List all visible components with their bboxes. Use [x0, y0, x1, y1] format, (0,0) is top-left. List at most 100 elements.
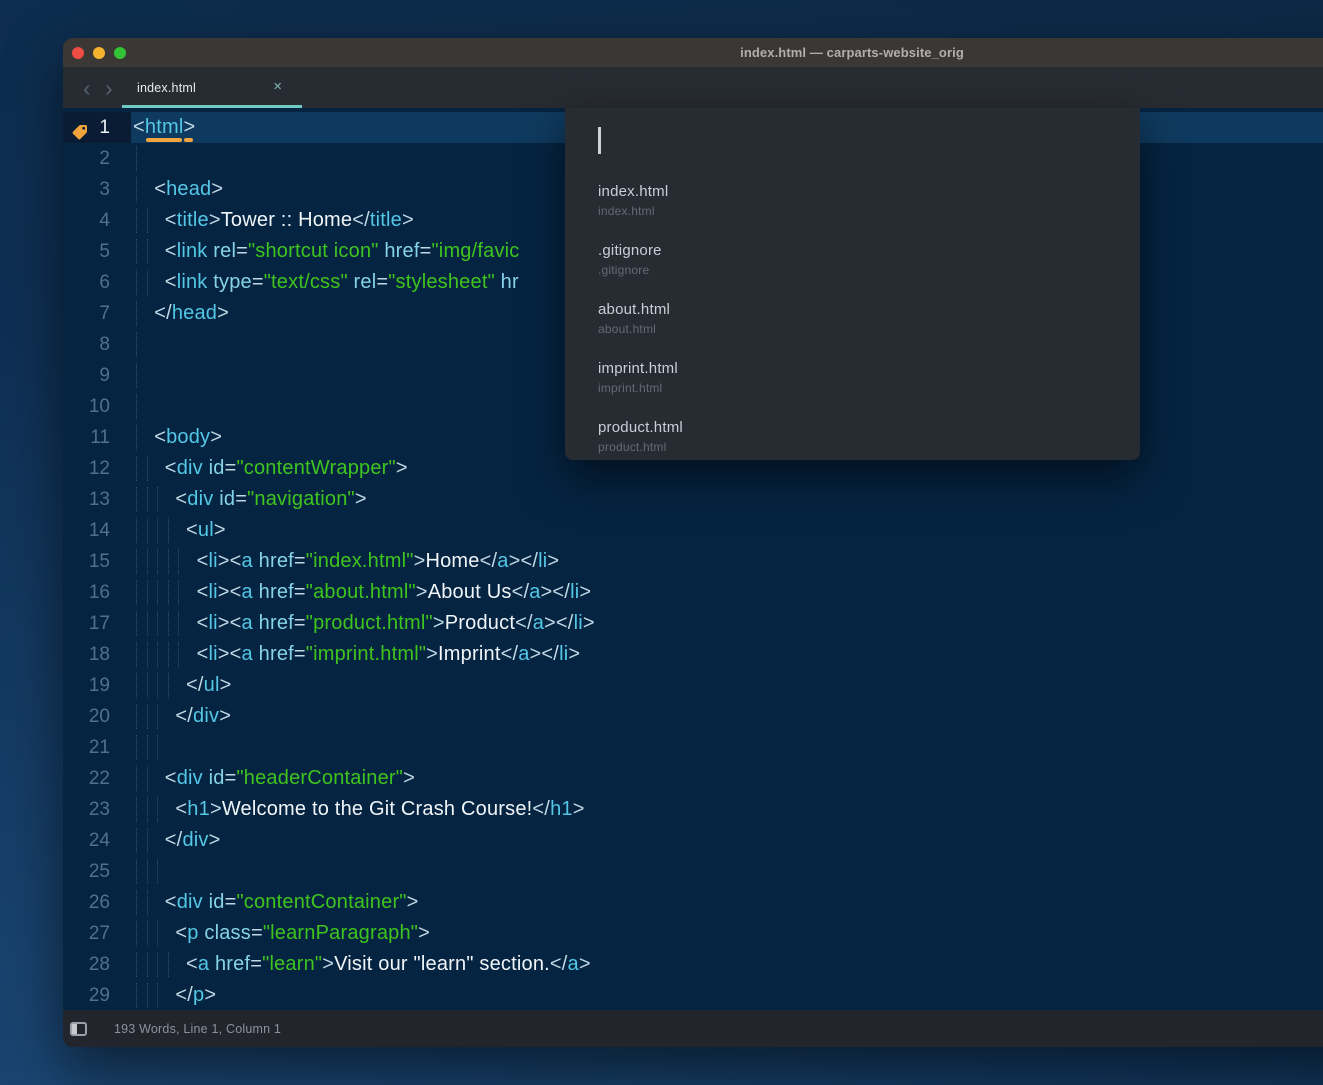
indent-guide — [157, 952, 158, 977]
file-item[interactable]: product.htmlproduct.html — [598, 411, 1120, 470]
file-item[interactable]: .gitignore.gitignore — [598, 234, 1120, 293]
indent-guide — [136, 828, 137, 853]
indent-guide — [136, 487, 137, 512]
indent-guide — [136, 859, 137, 884]
line-number: 2 — [63, 143, 131, 174]
indent-guide — [136, 425, 137, 450]
line-number: 28 — [63, 949, 131, 980]
panel-toggle-icon[interactable] — [70, 1022, 87, 1036]
file-item-path: imprint.html — [598, 381, 1120, 395]
indent-guide — [136, 766, 137, 791]
indent-guide — [136, 518, 137, 543]
code-text: <li><a href="index.html">Home</a></li> — [131, 546, 1323, 577]
tab-bar: ‹ › index.html × — [63, 67, 1323, 108]
file-item[interactable]: index.htmlindex.html — [598, 175, 1120, 234]
code-text: </ul> — [131, 670, 1323, 701]
indent-guide — [136, 890, 137, 915]
code-line[interactable]: 21 — [63, 732, 1323, 763]
indent-guide — [157, 673, 158, 698]
indent-guide — [136, 270, 137, 295]
indent-guide — [157, 921, 158, 946]
line-number: 14 — [63, 515, 131, 546]
tab-close-icon[interactable]: × — [273, 78, 282, 95]
code-line[interactable]: 23<h1>Welcome to the Git Crash Course!</… — [63, 794, 1323, 825]
code-line[interactable]: 19</ul> — [63, 670, 1323, 701]
code-text: <li><a href="product.html">Product</a></… — [131, 608, 1323, 639]
forward-icon[interactable]: › — [105, 78, 119, 98]
line-number: 4 — [63, 205, 131, 236]
indent-guide — [147, 580, 148, 605]
indent-guide — [168, 549, 169, 574]
indent-guide — [157, 704, 158, 729]
code-line[interactable]: 18<li><a href="imprint.html">Imprint</a>… — [63, 639, 1323, 670]
indent-guide — [157, 518, 158, 543]
code-text: </div> — [131, 825, 1323, 856]
minimize-window-button[interactable] — [93, 47, 105, 59]
indent-guide — [157, 797, 158, 822]
indent-guide — [157, 735, 158, 760]
code-text: <p class="learnParagraph"> — [131, 918, 1323, 949]
indent-guide — [168, 518, 169, 543]
file-item-path: index.html — [598, 204, 1120, 218]
tab-index-html[interactable]: index.html × — [122, 67, 302, 108]
code-line[interactable]: 22<div id="headerContainer"> — [63, 763, 1323, 794]
line-number: 7 — [63, 298, 131, 329]
indent-guide — [168, 952, 169, 977]
indent-guide — [136, 208, 137, 233]
line-number: 25 — [63, 856, 131, 887]
indent-guide — [147, 735, 148, 760]
indent-guide — [178, 611, 179, 636]
code-text: </p> — [131, 980, 1323, 1010]
indent-guide — [147, 239, 148, 264]
code-line[interactable]: 17<li><a href="product.html">Product</a>… — [63, 608, 1323, 639]
file-item[interactable]: about.htmlabout.html — [598, 293, 1120, 352]
title-bar[interactable]: index.html — carparts-website_orig — [63, 38, 1323, 67]
code-line[interactable]: 16<li><a href="about.html">About Us</a><… — [63, 577, 1323, 608]
code-text: <a href="learn">Visit our "learn" sectio… — [131, 949, 1323, 980]
indent-guide — [168, 642, 169, 667]
line-number: 17 — [63, 608, 131, 639]
status-bar: 193 Words, Line 1, Column 1 — [63, 1010, 1323, 1047]
code-line[interactable]: 14<ul> — [63, 515, 1323, 546]
indent-guide — [136, 611, 137, 636]
line-number: 11 — [63, 422, 131, 453]
zoom-window-button[interactable] — [114, 47, 126, 59]
code-line[interactable]: 26<div id="contentContainer"> — [63, 887, 1323, 918]
indent-guide — [157, 580, 158, 605]
indent-guide — [147, 859, 148, 884]
indent-guide — [147, 983, 148, 1008]
code-line[interactable]: 15<li><a href="index.html">Home</a></li> — [63, 546, 1323, 577]
bookmark-tag-icon — [72, 119, 88, 135]
indent-guide — [136, 921, 137, 946]
code-line[interactable]: 29</p> — [63, 980, 1323, 1010]
close-window-button[interactable] — [72, 47, 84, 59]
tab-label: index.html — [137, 81, 196, 95]
code-text: <ul> — [131, 515, 1323, 546]
indent-guide — [136, 146, 137, 171]
indent-guide — [136, 797, 137, 822]
code-line[interactable]: 25 — [63, 856, 1323, 887]
indent-guide — [157, 983, 158, 1008]
indent-guide — [147, 456, 148, 481]
indent-guide — [168, 580, 169, 605]
line-number: 21 — [63, 732, 131, 763]
code-line[interactable]: 20</div> — [63, 701, 1323, 732]
indent-guide — [136, 580, 137, 605]
code-line[interactable]: 27<p class="learnParagraph"> — [63, 918, 1323, 949]
indent-guide — [147, 270, 148, 295]
file-item[interactable]: imprint.html imprint.html — [598, 352, 1120, 411]
file-list: index.htmlindex.html.gitignore.gitignore… — [598, 175, 1120, 470]
search-caret[interactable] — [598, 127, 601, 154]
indent-guide — [147, 549, 148, 574]
line-number: 13 — [63, 484, 131, 515]
traffic-lights — [72, 47, 126, 59]
file-item-title: imprint.html — [598, 360, 1120, 377]
code-line[interactable]: 28<a href="learn">Visit our "learn" sect… — [63, 949, 1323, 980]
indent-guide — [157, 549, 158, 574]
code-line[interactable]: 13<div id="navigation"> — [63, 484, 1323, 515]
line-number: 18 — [63, 639, 131, 670]
back-icon[interactable]: ‹ — [83, 78, 97, 98]
code-text — [131, 732, 1323, 763]
indent-guide — [136, 549, 137, 574]
code-line[interactable]: 24</div> — [63, 825, 1323, 856]
